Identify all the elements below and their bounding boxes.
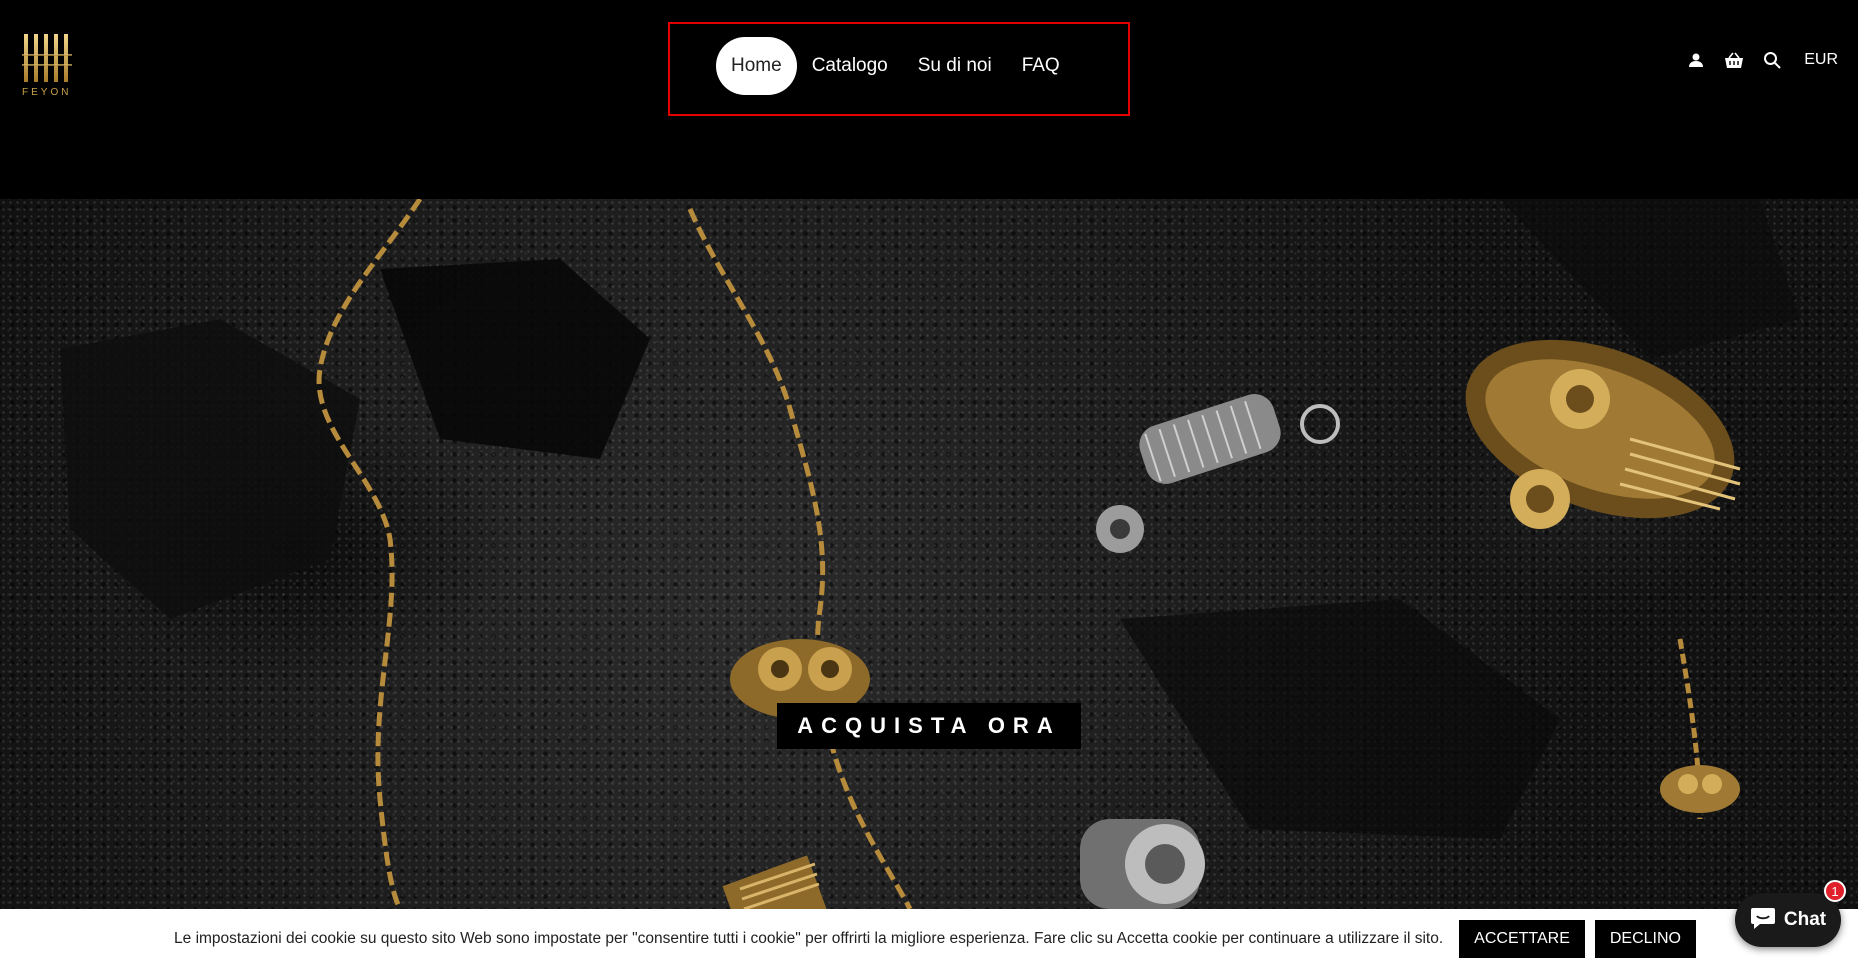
brand-logo[interactable]: FEYON — [22, 32, 78, 98]
decline-cookies-button[interactable]: DECLINO — [1594, 920, 1696, 958]
chat-bubble-icon — [1750, 906, 1776, 935]
user-icon[interactable] — [1686, 50, 1706, 70]
logo-text: FEYON — [22, 87, 72, 98]
accept-cookies-button[interactable]: ACCETTARE — [1459, 920, 1585, 958]
cookie-message: Le impostazioni dei cookie su questo sit… — [174, 930, 1444, 947]
nav-su-di-noi[interactable]: Su di noi — [903, 37, 1007, 95]
site-header: FEYON Home Catalogo Su di noi FAQ EUR — [0, 0, 1858, 199]
shop-now-button[interactable]: ACQUISTA ORA — [777, 703, 1081, 749]
cart-icon[interactable] — [1724, 50, 1744, 70]
search-icon[interactable] — [1762, 50, 1782, 70]
nav-catalogo[interactable]: Catalogo — [797, 37, 903, 95]
chat-label: Chat — [1783, 909, 1827, 930]
hero-jewelry-image — [60, 199, 1800, 909]
chat-notification-badge: 1 — [1824, 880, 1846, 902]
header-actions: EUR — [1686, 50, 1838, 70]
hero-banner: ACQUISTA ORA — [0, 199, 1858, 909]
nav-faq[interactable]: FAQ — [1007, 37, 1075, 95]
currency-selector[interactable]: EUR — [1804, 51, 1838, 69]
cookie-banner: Le impostazioni dei cookie su questo sit… — [0, 909, 1858, 969]
chat-button[interactable]: Chat — [1735, 893, 1841, 947]
main-navigation: Home Catalogo Su di noi FAQ — [668, 22, 1130, 116]
nav-home[interactable]: Home — [716, 37, 797, 95]
